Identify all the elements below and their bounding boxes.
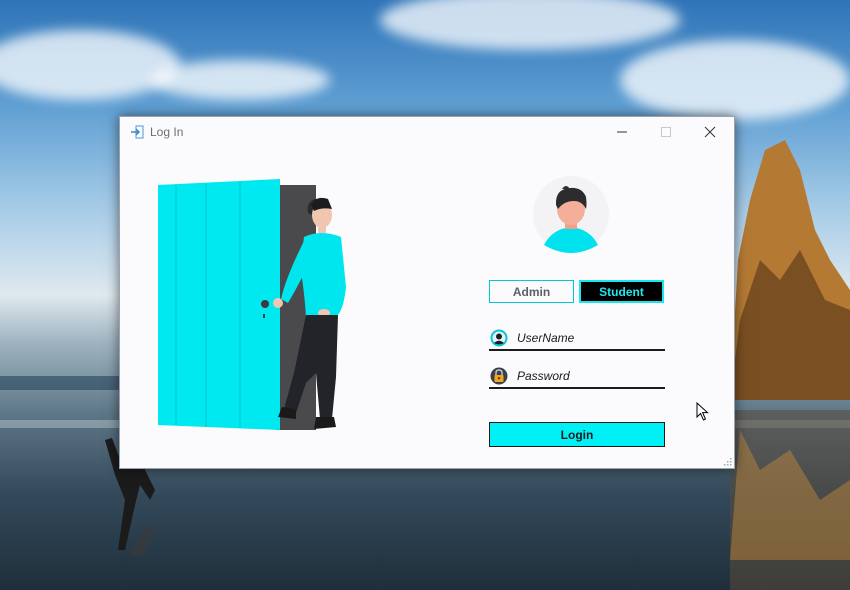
admin-role-button[interactable]: Admin	[489, 280, 574, 303]
username-field	[489, 327, 665, 351]
password-input[interactable]	[517, 366, 663, 386]
login-window: Log In Admin Student UserName Login	[119, 116, 735, 469]
person-opening-door-illustration	[158, 179, 346, 430]
user-icon	[490, 329, 508, 347]
close-button[interactable]	[696, 121, 724, 143]
maximize-icon	[661, 127, 671, 137]
wallpaper-cloud	[380, 0, 680, 50]
close-icon	[704, 126, 716, 138]
resize-grip-icon[interactable]	[724, 458, 732, 466]
user-avatar-icon	[533, 176, 609, 253]
wallpaper-cloud	[620, 40, 850, 120]
student-role-button[interactable]: Student	[579, 280, 664, 303]
maximize-button[interactable]	[652, 121, 680, 143]
username-underline	[489, 349, 665, 351]
title-bar[interactable]: Log In	[120, 117, 734, 147]
password-underline	[489, 387, 665, 389]
minimize-button[interactable]	[608, 121, 636, 143]
wallpaper-cloud	[0, 30, 180, 100]
minimize-icon	[617, 131, 627, 133]
login-arrow-icon	[131, 125, 144, 139]
window-title: Log In	[150, 125, 184, 139]
password-field	[489, 365, 665, 389]
login-button[interactable]: Login	[489, 422, 665, 447]
wallpaper-cloud	[150, 60, 330, 100]
username-input[interactable]	[517, 328, 663, 348]
wallpaper-rock	[730, 140, 850, 590]
lock-icon	[490, 367, 508, 385]
mouse-cursor-icon	[696, 402, 709, 421]
